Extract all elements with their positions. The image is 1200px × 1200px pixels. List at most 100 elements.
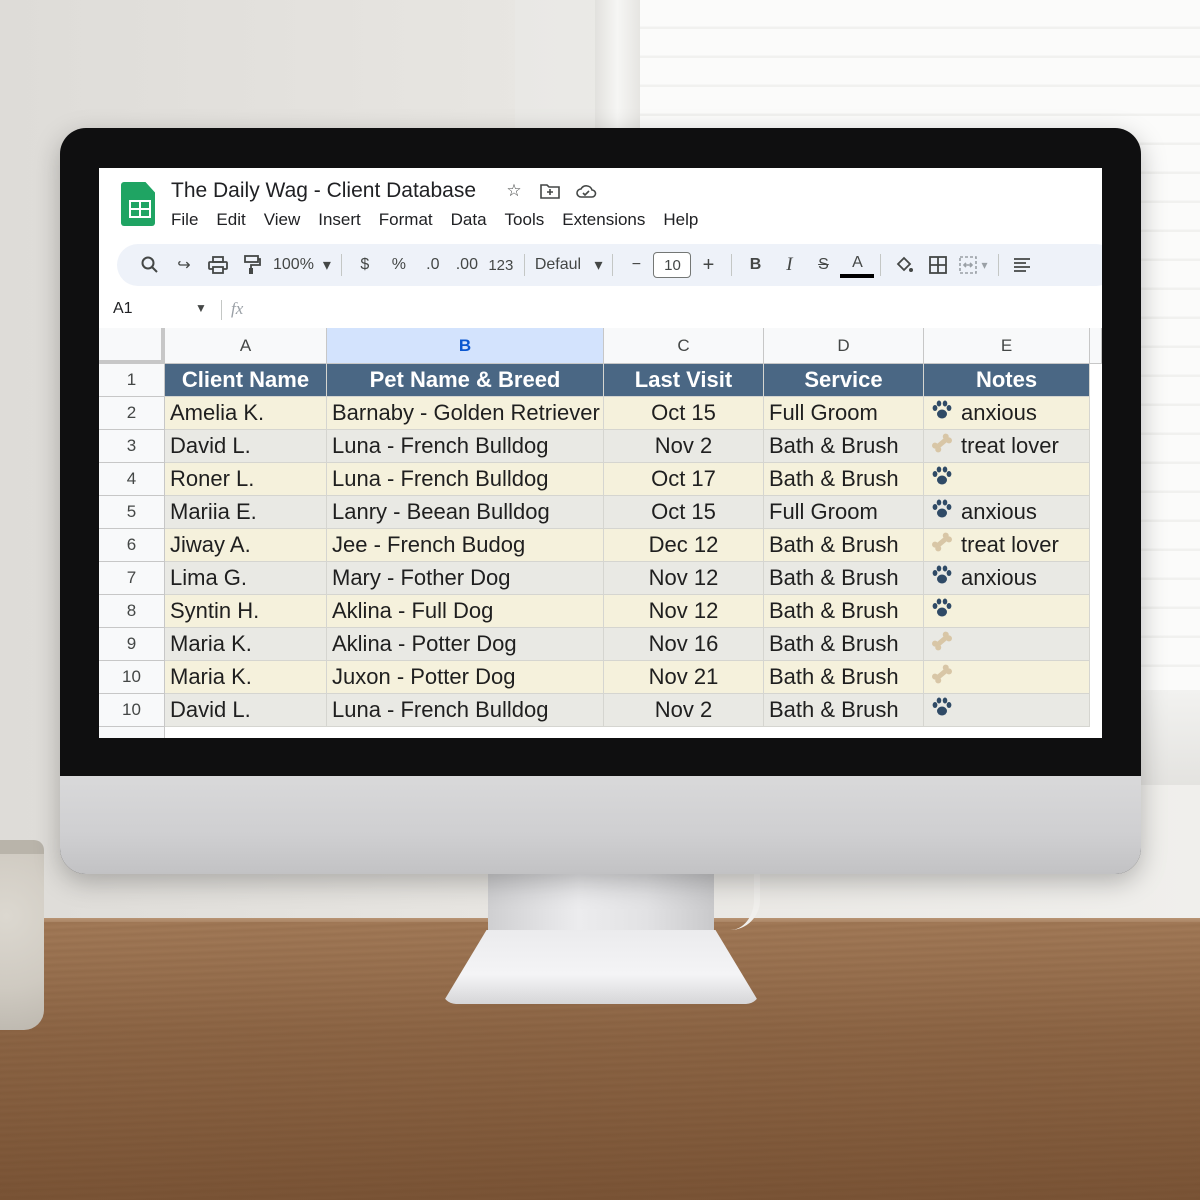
table-cell-service[interactable]: Bath & Brush [764,529,924,562]
column-header-c[interactable]: C [604,328,764,364]
folder-icon[interactable] [539,180,561,202]
sheets-logo-icon[interactable] [121,182,155,226]
table-cell-visit[interactable]: Oct 15 [604,496,764,529]
currency-button[interactable]: $ [348,250,382,280]
table-cell-visit[interactable]: Nov 21 [604,661,764,694]
table-cell-client[interactable]: Maria K. [165,628,327,661]
table-cell-visit[interactable]: Nov 16 [604,628,764,661]
header-cell-visit[interactable]: Last Visit [604,364,764,397]
table-cell-pet[interactable]: Lanry - Beean Bulldog [327,496,604,529]
document-title[interactable]: The Daily Wag - Client Database [171,179,476,203]
row-header[interactable]: 7 [99,562,165,595]
zoom-select[interactable]: 100% ▾ [269,250,335,280]
fill-color-icon[interactable] [887,250,921,280]
table-cell-visit[interactable]: Dec 12 [604,529,764,562]
row-header[interactable]: 4 [99,463,165,496]
header-cell-notes[interactable]: Notes [924,364,1090,397]
column-header-b[interactable]: B [327,328,604,364]
table-cell-service[interactable]: Bath & Brush [764,562,924,595]
table-cell-note[interactable] [924,628,1090,661]
increase-decimal-button[interactable]: .00 [450,250,484,280]
row-header[interactable]: 3 [99,430,165,463]
menu-extensions[interactable]: Extensions [562,210,645,230]
font-size-input[interactable]: 10 [653,252,692,278]
menu-file[interactable]: File [171,210,198,230]
table-cell-pet[interactable]: Jee - French Budog [327,529,604,562]
row-header[interactable] [99,727,165,738]
search-icon[interactable] [133,250,167,280]
table-cell-visit[interactable]: Nov 2 [604,430,764,463]
table-cell-note[interactable] [924,694,1090,727]
borders-icon[interactable] [921,250,955,280]
table-cell-visit[interactable]: Nov 2 [604,694,764,727]
paint-format-icon[interactable] [235,250,269,280]
column-header-d[interactable]: D [764,328,924,364]
italic-button[interactable]: I [772,250,806,280]
column-header-f[interactable] [1090,328,1102,364]
header-cell-client[interactable]: Client Name [165,364,327,397]
table-cell-visit[interactable]: Nov 12 [604,595,764,628]
table-cell-service[interactable]: Bath & Brush [764,463,924,496]
table-cell-service[interactable]: Full Groom [764,496,924,529]
name-box[interactable]: A1 [113,300,133,318]
column-header-e[interactable]: E [924,328,1090,364]
bold-button[interactable]: B [738,250,772,280]
table-cell-note[interactable]: anxious [924,562,1090,595]
row-header[interactable]: 5 [99,496,165,529]
increase-font-size-button[interactable]: + [691,250,725,280]
table-cell-client[interactable]: David L. [165,694,327,727]
menu-data[interactable]: Data [451,210,487,230]
menu-view[interactable]: View [264,210,301,230]
star-icon[interactable]: ☆ [503,180,525,202]
row-header[interactable]: 6 [99,529,165,562]
menu-edit[interactable]: Edit [216,210,245,230]
table-cell-client[interactable]: Mariia E. [165,496,327,529]
row-header[interactable]: 1 [99,364,165,397]
table-cell-client[interactable]: David L. [165,430,327,463]
table-cell-note[interactable]: anxious [924,397,1090,430]
chevron-down-icon[interactable]: ▼ [195,301,207,315]
table-cell-service[interactable]: Bath & Brush [764,628,924,661]
menu-tools[interactable]: Tools [505,210,545,230]
table-cell-pet[interactable]: Mary - Fother Dog [327,562,604,595]
print-icon[interactable] [201,250,235,280]
table-cell-visit[interactable]: Oct 17 [604,463,764,496]
table-cell-note[interactable]: treat lover [924,430,1090,463]
redo-icon[interactable]: ↪ [167,250,201,280]
number-format-button[interactable]: 123 [484,250,518,280]
select-all-corner[interactable] [99,328,165,364]
table-cell-pet[interactable]: Luna - French Bulldog [327,694,604,727]
table-cell-service[interactable]: Bath & Brush [764,694,924,727]
align-icon[interactable] [1005,250,1039,280]
table-cell-pet[interactable]: Aklina - Potter Dog [327,628,604,661]
table-cell-pet[interactable]: Barnaby - Golden Retriever [327,397,604,430]
row-header[interactable]: 9 [99,628,165,661]
table-cell-client[interactable]: Jiway A. [165,529,327,562]
percent-button[interactable]: % [382,250,416,280]
table-cell-note[interactable] [924,595,1090,628]
header-cell-service[interactable]: Service [764,364,924,397]
text-color-button[interactable]: A [840,252,875,278]
table-cell-pet[interactable]: Luna - French Bulldog [327,463,604,496]
table-cell-pet[interactable]: Juxon - Potter Dog [327,661,604,694]
header-cell-pet[interactable]: Pet Name & Breed [327,364,604,397]
table-cell-note[interactable]: anxious [924,496,1090,529]
column-header-a[interactable]: A [165,328,327,364]
row-header[interactable]: 8 [99,595,165,628]
menu-help[interactable]: Help [663,210,698,230]
table-cell-pet[interactable]: Aklina - Full Dog [327,595,604,628]
row-header[interactable]: 10 [99,661,165,694]
table-cell-visit[interactable]: Oct 15 [604,397,764,430]
table-cell-client[interactable]: Amelia K. [165,397,327,430]
menu-insert[interactable]: Insert [318,210,361,230]
table-cell-client[interactable]: Lima G. [165,562,327,595]
table-cell-pet[interactable]: Luna - French Bulldog [327,430,604,463]
cloud-icon[interactable] [575,180,597,202]
table-cell-note[interactable]: treat lover [924,529,1090,562]
table-cell-client[interactable]: Maria K. [165,661,327,694]
table-cell-service[interactable]: Bath & Brush [764,661,924,694]
decrease-font-size-button[interactable]: − [619,250,653,280]
decrease-decimal-button[interactable]: .0 [416,250,450,280]
table-cell-client[interactable]: Syntin H. [165,595,327,628]
table-cell-service[interactable]: Full Groom [764,397,924,430]
